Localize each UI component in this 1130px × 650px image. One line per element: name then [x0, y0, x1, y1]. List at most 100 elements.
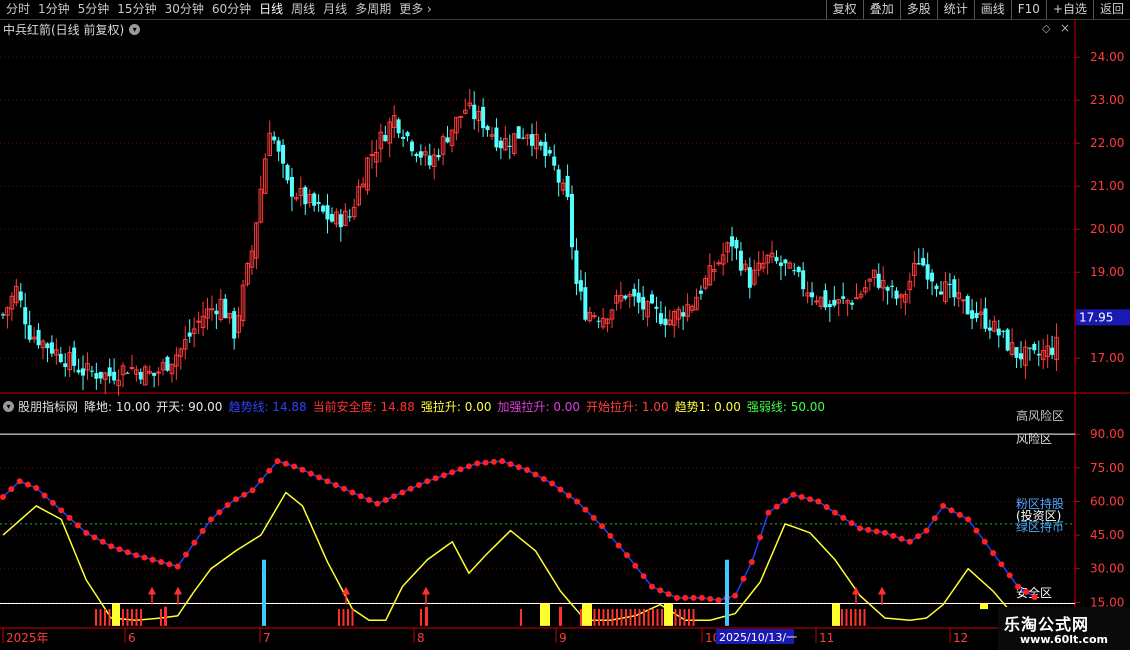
candle-body	[1036, 353, 1041, 356]
candle-body	[916, 263, 921, 265]
price-tick-label: 19.00	[1090, 265, 1124, 279]
trend-dot	[532, 471, 539, 478]
signal-spike	[164, 606, 167, 626]
period-tab[interactable]: 更多 ›	[395, 0, 436, 19]
signal-bar	[647, 609, 650, 626]
period-tab[interactable]: 60分钟	[208, 0, 255, 19]
period-tab[interactable]: 多周期	[351, 0, 395, 19]
trend-dot	[965, 516, 972, 523]
signal-bar	[95, 609, 97, 626]
candle-body	[921, 258, 926, 266]
toolbar-button[interactable]: 叠加	[862, 0, 900, 19]
price-tick-label: 21.00	[1090, 179, 1124, 193]
trend-dot	[274, 458, 281, 465]
chart-canvas[interactable]: 24.0023.0022.0021.0020.0019.0018.0017.00…	[0, 0, 1130, 650]
chevron-down-icon[interactable]: ▾	[129, 24, 141, 35]
zone-label-risk-top: 高风险区	[1016, 408, 1064, 423]
signal-bar	[351, 609, 354, 626]
trend-dot	[599, 523, 606, 530]
trend-dot	[648, 583, 655, 590]
trend-dot	[807, 496, 814, 503]
indicator-param: 开天: 90.00	[156, 400, 223, 414]
trend-dot	[91, 534, 98, 541]
trend-dot	[224, 502, 231, 509]
candle-body	[347, 216, 352, 218]
trend-dot	[782, 497, 789, 504]
trend-dot	[790, 491, 797, 498]
period-tab[interactable]: 1分钟	[34, 0, 74, 19]
period-tab[interactable]: 月线	[319, 0, 351, 19]
candle-body	[272, 136, 277, 141]
toolbar-button[interactable]: 复权	[825, 0, 863, 19]
toolbar-button[interactable]: 统计	[936, 0, 974, 19]
trend-dot	[482, 459, 489, 466]
trend-dot	[873, 528, 880, 535]
signal-bar	[634, 609, 636, 626]
candle-body	[658, 313, 663, 324]
candle-body	[1050, 347, 1055, 355]
candle-body	[827, 304, 832, 308]
period-tab[interactable]: 15分钟	[113, 0, 160, 19]
close-icon[interactable]: ×	[1060, 21, 1070, 35]
candle-body	[72, 347, 77, 366]
x-axis-label: 12	[953, 631, 968, 645]
toolbar-button[interactable]: F10	[1010, 0, 1046, 19]
indicator-title: ▾ 股朋指标网 降地: 10.00 开天: 90.00 趋势线: 14.88 当前安全…	[3, 398, 831, 415]
candle-body	[23, 307, 28, 325]
period-tab[interactable]: 5分钟	[74, 0, 114, 19]
candle-body	[418, 151, 423, 158]
candle-body	[414, 153, 419, 157]
signal-bar	[126, 609, 129, 626]
signal-bar	[607, 609, 609, 626]
toolbar-button[interactable]: 返回	[1092, 0, 1130, 19]
toolbar-button[interactable]: 画线	[973, 0, 1011, 19]
candle-body	[556, 169, 561, 183]
toolbar-button[interactable]: 多股	[899, 0, 937, 19]
candle-body	[338, 214, 343, 228]
trend-dot	[607, 532, 614, 539]
trend-dot	[141, 554, 148, 561]
candle-body	[890, 285, 895, 287]
signal-bar	[104, 609, 106, 626]
candle-body	[938, 291, 943, 295]
trend-dot	[773, 503, 780, 510]
trend-dot	[324, 478, 331, 485]
trend-dot	[58, 507, 65, 514]
candle-body	[774, 256, 779, 262]
indicator-name[interactable]: 股朋指标网	[18, 398, 78, 415]
toolbar-button[interactable]: +自选	[1045, 0, 1093, 19]
candle-body	[681, 312, 686, 317]
yellow-signal	[664, 603, 673, 626]
signal-spike	[425, 606, 428, 626]
candle-body	[974, 312, 979, 319]
chevron-down-icon[interactable]: ▾	[3, 401, 14, 412]
trend-dot	[549, 480, 556, 487]
trend-dot	[657, 587, 664, 594]
main-chart-title: 中兵红箭(日线 前复权) ▾	[3, 21, 141, 38]
strength-curve	[2, 491, 1039, 622]
period-tab[interactable]: 分时	[2, 0, 34, 19]
trend-dot	[8, 486, 15, 493]
candle-body	[405, 132, 410, 137]
trend-dot	[241, 491, 248, 498]
candle-body	[138, 371, 143, 380]
candle-body	[107, 367, 112, 377]
trend-dot	[815, 498, 822, 505]
x-axis-label: 7	[263, 631, 271, 645]
signal-bar	[656, 609, 659, 626]
trend-dot	[748, 558, 755, 565]
trend-dot	[166, 561, 173, 568]
diamond-icon[interactable]: ◇	[1042, 22, 1050, 35]
trend-dot	[624, 552, 630, 559]
trend-dot	[199, 528, 206, 535]
indicator-param: 加强拉升: 0.00	[497, 400, 581, 414]
trend-dot	[715, 597, 722, 604]
period-tab[interactable]: 周线	[287, 0, 319, 19]
candle-body	[303, 187, 308, 205]
period-tab[interactable]: 日线	[255, 0, 287, 19]
candle-body	[796, 267, 801, 273]
period-tab[interactable]: 30分钟	[161, 0, 208, 19]
signal-bar	[520, 609, 522, 626]
trend-dot	[449, 469, 456, 476]
trend-dot	[998, 561, 1005, 568]
